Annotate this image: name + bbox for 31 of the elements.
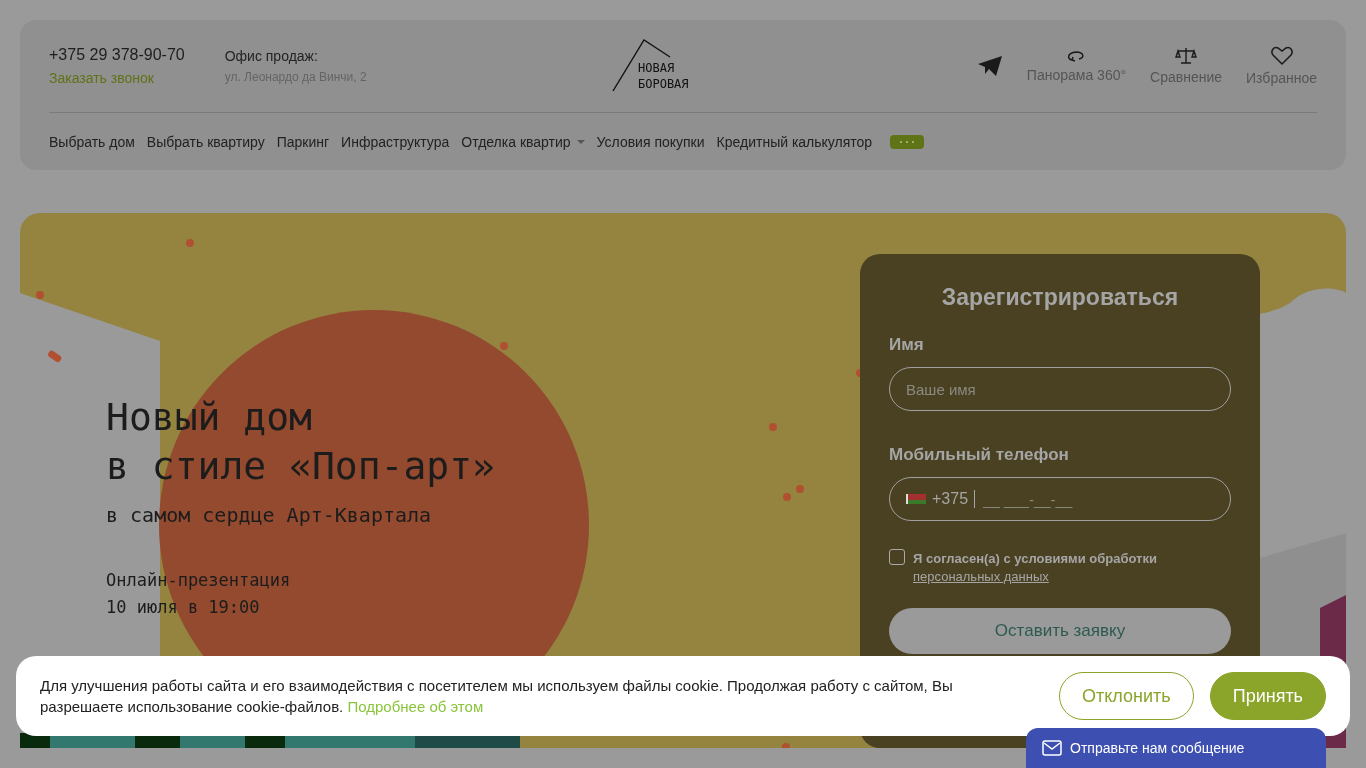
consent-checkbox[interactable] [889, 549, 905, 565]
phone-number[interactable]: +375 29 378-90-70 [49, 46, 185, 64]
heart-icon [1270, 46, 1293, 66]
nav-link[interactable]: Кредитный калькулятор [716, 133, 873, 150]
rotate-icon [1066, 49, 1087, 63]
phone-number-input[interactable]: __ ___-__-__ [981, 489, 1214, 509]
country-code: +375 [932, 490, 976, 508]
privacy-link[interactable]: персональных данных [913, 568, 1157, 586]
caret-icon [576, 139, 585, 144]
name-input[interactable]: Ваше имя [889, 367, 1231, 411]
nav-link[interactable]: Условия покупки [596, 133, 705, 150]
nav-link[interactable]: Выбрать дом [49, 133, 135, 150]
field-label: Мобильный телефон [889, 445, 1070, 465]
decline-button[interactable]: Отклонить [1059, 672, 1194, 720]
paper-plane-icon[interactable] [976, 55, 1003, 77]
nav-link[interactable]: Отделка квартир [461, 133, 585, 150]
submit-button[interactable]: Оставить заявку [889, 608, 1231, 654]
field-label: Имя [889, 335, 925, 355]
nav-link[interactable]: Паркинг [276, 133, 330, 150]
accept-button[interactable]: Принять [1209, 672, 1326, 720]
consent-text: Я согласен(а) с условиями обработки [913, 551, 1157, 566]
form-title: Зарегистрироваться [940, 284, 1180, 311]
chat-button[interactable]: Отправьте нам сообщение [1026, 728, 1326, 768]
cookie-text: Для улучшения работы сайта и его взаимодействия с посетителем мы используем файлы cookie. Продолжая работу с сайтом, Вы разрешаете использование cookie-файлов. Подробнее об этом [40, 676, 954, 717]
envelope-icon [1042, 740, 1062, 756]
nav-link[interactable]: Инфраструктура [341, 133, 450, 150]
logo[interactable]: НОВАЯ БОРОВАЯ [611, 39, 698, 93]
flag-icon [906, 494, 926, 504]
office-label: Офис продаж: [224, 48, 319, 64]
nav-link[interactable]: Выбрать квартиру [146, 133, 265, 150]
scales-icon [1175, 47, 1198, 65]
